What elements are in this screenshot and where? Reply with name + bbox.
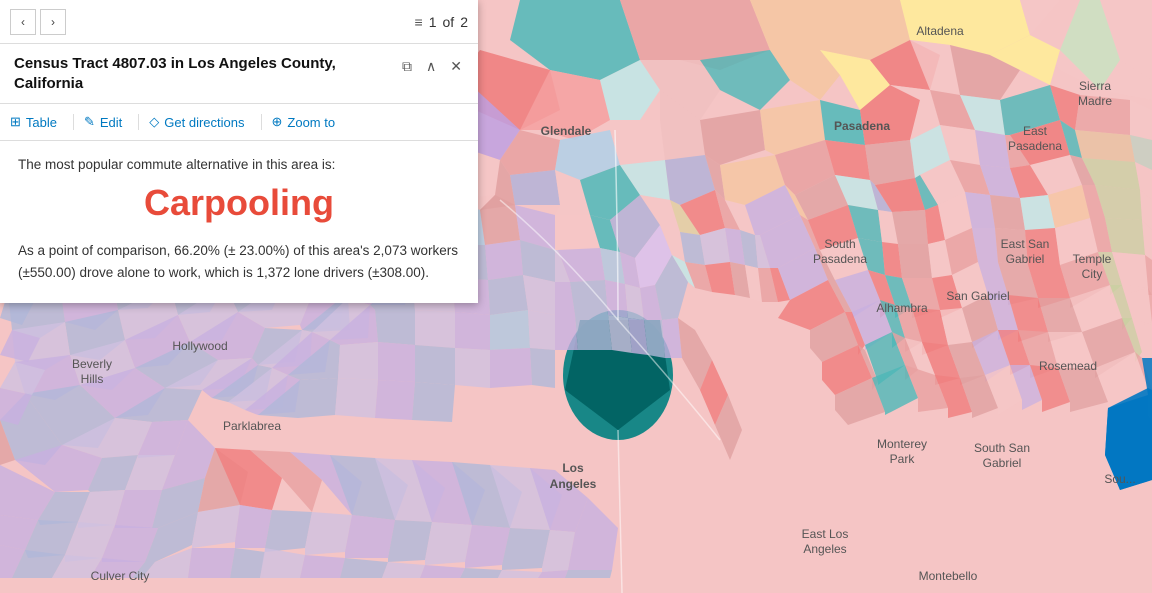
map-label-east-san-gabriel: East San — [1001, 237, 1050, 251]
edit-button[interactable]: ✎ Edit — [84, 110, 132, 134]
map-label-angeles2: Angeles — [803, 542, 846, 556]
intro-text: The most popular commute alternative in … — [18, 157, 460, 172]
map-label-east: East — [1023, 124, 1048, 138]
zoom-icon: ⊕ — [272, 114, 283, 130]
record-current: 1 — [429, 14, 437, 30]
map-label-los: Los — [562, 461, 584, 475]
map-label-sou: Sou... — [1104, 472, 1135, 486]
record-separator: of — [443, 14, 455, 30]
title-bar: Census Tract 4807.03 in Los Angeles Coun… — [0, 44, 478, 104]
map-label-angeles: Angeles — [550, 477, 597, 491]
map-label-pasadena: Pasadena — [834, 119, 890, 133]
zoom-label: Zoom to — [287, 115, 335, 130]
table-button[interactable]: ⊞ Table — [10, 110, 67, 134]
record-indicator: ≡ 1 of 2 — [415, 14, 468, 30]
map-label-madre: Madre — [1078, 94, 1112, 108]
next-button[interactable]: › — [40, 9, 66, 35]
map-label-park: Park — [890, 452, 916, 466]
map-label-monterey: Monterey — [877, 437, 927, 451]
feature-title: Census Tract 4807.03 in Los Angeles Coun… — [14, 54, 390, 93]
map-label-gabriel2: Gabriel — [983, 456, 1022, 470]
table-icon: ⊞ — [10, 114, 21, 130]
map-label-hills: Hills — [81, 372, 104, 386]
title-actions: ⧉ ∧ ✕ — [400, 56, 464, 77]
map-label-temple: Temple — [1073, 252, 1112, 266]
divider-3 — [261, 114, 262, 130]
map-label-gabriel: Gabriel — [1006, 252, 1045, 266]
directions-button[interactable]: ◇ Get directions — [149, 110, 254, 134]
map-label-san-gabriel: San Gabriel — [946, 289, 1009, 303]
map-label-parklabrea: Parklabrea — [223, 419, 281, 433]
content-area: The most popular commute alternative in … — [0, 141, 478, 303]
prev-button[interactable]: ‹ — [10, 9, 36, 35]
map-label-south-pasadena: South — [824, 237, 855, 251]
directions-icon: ◇ — [149, 114, 159, 130]
map-label-montebello: Montebello — [919, 569, 978, 583]
map-label-eastpasadena: Pasadena — [1008, 139, 1062, 153]
map-label-altadena: Altadena — [916, 24, 964, 38]
map-label-beverly: Beverly — [72, 357, 112, 371]
record-total: 2 — [460, 14, 468, 30]
map-label-south-pasadena2: Pasadena — [813, 252, 867, 266]
map-label-south-san-gabriel: South San — [974, 441, 1030, 455]
divider-1 — [73, 114, 74, 130]
edit-label: Edit — [100, 115, 122, 130]
close-button[interactable]: ✕ — [448, 56, 464, 77]
nav-bar: ‹ › ≡ 1 of 2 — [0, 0, 478, 44]
popup-panel: ‹ › ≡ 1 of 2 Census Tract 4807.03 in Los… — [0, 0, 478, 303]
zoom-button[interactable]: ⊕ Zoom to — [272, 110, 346, 134]
directions-label: Get directions — [164, 115, 244, 130]
comparison-text: As a point of comparison, 66.20% (± 23.0… — [18, 240, 460, 283]
list-icon: ≡ — [415, 14, 423, 30]
table-label: Table — [26, 115, 57, 130]
divider-2 — [138, 114, 139, 130]
action-toolbar: ⊞ Table ✎ Edit ◇ Get directions ⊕ Zoom t… — [0, 104, 478, 141]
map-label-sierra: Sierra — [1079, 79, 1111, 93]
map-label-east-la: East Los — [802, 527, 849, 541]
map-label-city: City — [1082, 267, 1103, 281]
duplicate-button[interactable]: ⧉ — [400, 56, 414, 77]
collapse-button[interactable]: ∧ — [424, 56, 438, 77]
map-label-culver-city: Culver City — [91, 569, 150, 583]
map-label-alhambra: Alhambra — [876, 301, 928, 315]
map-label-rosemead: Rosemead — [1039, 359, 1097, 373]
map-label-glendale: Glendale — [541, 124, 592, 138]
edit-icon: ✎ — [84, 114, 95, 130]
highlight-word: Carpooling — [18, 182, 460, 224]
map-label-hollywood: Hollywood — [172, 339, 227, 353]
nav-arrows: ‹ › — [10, 9, 66, 35]
